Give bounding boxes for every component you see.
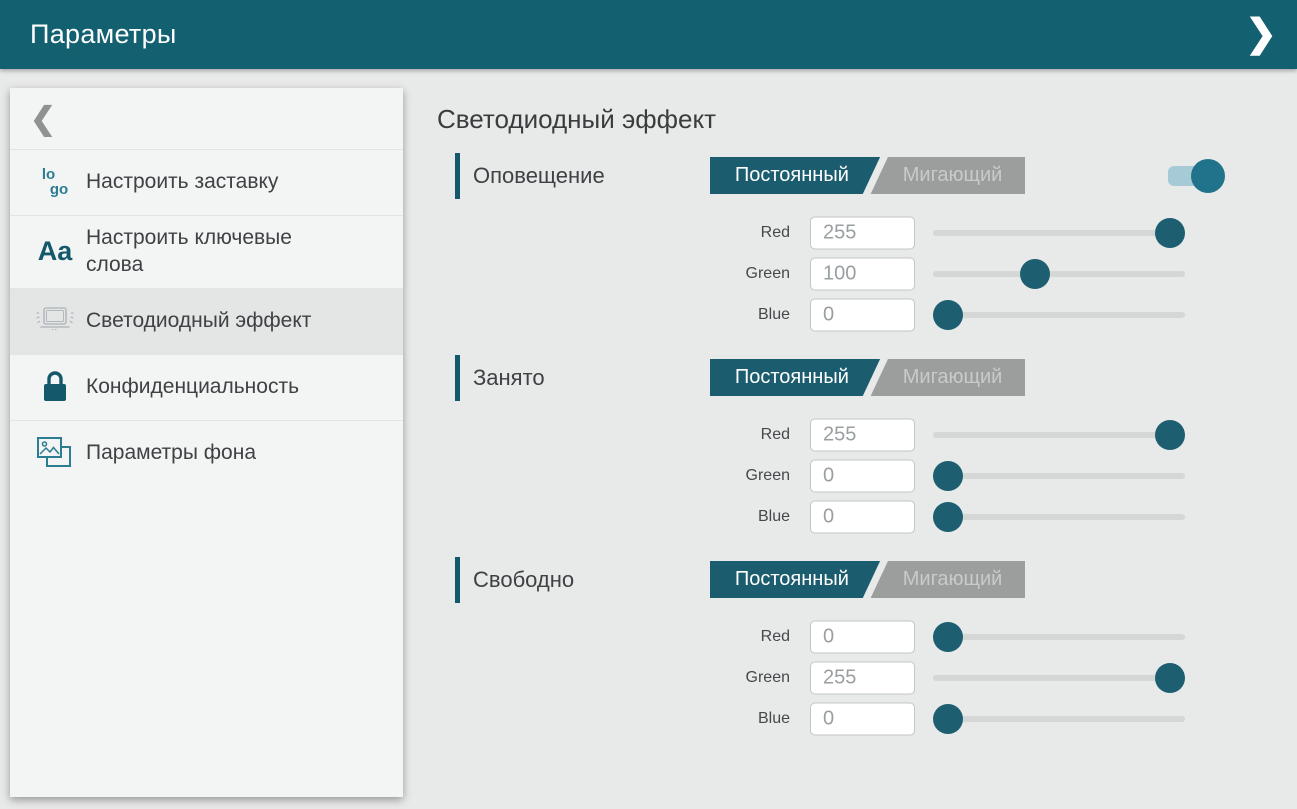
chevron-left-icon: ❮ — [30, 101, 56, 137]
back-button[interactable]: ❮ — [10, 88, 403, 150]
slider-thumb[interactable] — [933, 300, 963, 330]
sidebar-item-label: Параметры фона — [86, 431, 256, 476]
slider-thumb[interactable] — [933, 622, 963, 652]
red-slider[interactable] — [933, 218, 1185, 248]
channel-label: Blue — [670, 306, 790, 324]
page-title: Параметры — [30, 19, 177, 50]
channel-label: Green — [670, 265, 790, 283]
sidebar-item-label: Настроить заставку — [86, 160, 278, 205]
section-enabled-toggle[interactable] — [1168, 159, 1225, 193]
channel-label: Red — [670, 628, 790, 646]
channel-row-blue: Blue — [437, 496, 1297, 537]
slider-thumb[interactable] — [933, 502, 963, 532]
section-label: Оповещение — [473, 163, 605, 189]
section-free: Свободно Мигающий Постоянный Red Green — [437, 557, 1297, 739]
section-accent-bar — [455, 557, 460, 603]
slider-track — [933, 675, 1185, 681]
channel-row-red: Red — [437, 616, 1297, 657]
sidebar-item-splash-screen[interactable]: logo Настроить заставку — [10, 150, 403, 216]
slider-track — [933, 312, 1185, 318]
channel-label: Green — [670, 467, 790, 485]
red-value-input[interactable] — [810, 418, 915, 451]
section-accent-bar — [455, 355, 460, 401]
panel-title: Светодиодный эффект — [437, 104, 1297, 134]
toggle-thumb — [1191, 159, 1225, 193]
images-icon — [24, 435, 86, 471]
app-header: Параметры ❯ — [0, 0, 1297, 69]
slider-track — [933, 271, 1185, 277]
green-value-input[interactable] — [810, 257, 915, 290]
green-value-input[interactable] — [810, 459, 915, 492]
blue-slider[interactable] — [933, 704, 1185, 734]
green-slider[interactable] — [933, 461, 1185, 491]
chevron-right-icon[interactable]: ❯ — [1245, 0, 1277, 69]
red-slider[interactable] — [933, 622, 1185, 652]
slider-track — [933, 432, 1185, 438]
red-value-input[interactable] — [810, 620, 915, 653]
slider-thumb[interactable] — [1020, 259, 1050, 289]
sidebar-item-label: Светодиодный эффект — [86, 299, 311, 344]
blue-value-input[interactable] — [810, 298, 915, 331]
channel-row-red: Red — [437, 212, 1297, 253]
blue-value-input[interactable] — [810, 500, 915, 533]
green-value-input[interactable] — [810, 661, 915, 694]
slider-track — [933, 716, 1185, 722]
channel-row-green: Green — [437, 455, 1297, 496]
blue-value-input[interactable] — [810, 702, 915, 735]
slider-thumb[interactable] — [933, 461, 963, 491]
channel-label: Blue — [670, 710, 790, 728]
monitor-icon — [24, 305, 86, 337]
section-notification: Оповещение Мигающий Постоянный Red Green — [437, 153, 1297, 335]
section-label: Занято — [473, 365, 545, 391]
section-label: Свободно — [473, 567, 574, 593]
channel-row-green: Green — [437, 657, 1297, 698]
channel-label: Blue — [670, 508, 790, 526]
sidebar-item-label: Настроить ключевые слова — [86, 216, 344, 288]
sidebar-item-privacy[interactable]: Конфиденциальность — [10, 355, 403, 421]
sidebar-item-led-effect[interactable]: Светодиодный эффект — [10, 289, 403, 355]
sidebar-item-keywords[interactable]: Aa Настроить ключевые слова — [10, 216, 403, 289]
logo-icon: logo — [24, 168, 86, 197]
mode-segmented-control: Мигающий Постоянный — [710, 157, 1025, 194]
channel-label: Red — [670, 426, 790, 444]
settings-sidebar: ❮ logo Настроить заставку Aa Настроить к… — [10, 88, 403, 797]
sidebar-item-label: Конфиденциальность — [86, 365, 299, 410]
keywords-icon: Aa — [24, 236, 86, 267]
channel-row-blue: Blue — [437, 294, 1297, 335]
channel-label: Green — [670, 669, 790, 687]
led-effect-panel: Светодиодный эффект Оповещение Мигающий … — [403, 69, 1297, 809]
section-accent-bar — [455, 153, 460, 199]
mode-segmented-control: Мигающий Постоянный — [710, 561, 1025, 598]
lock-icon — [24, 370, 86, 404]
blue-slider[interactable] — [933, 300, 1185, 330]
slider-thumb[interactable] — [933, 704, 963, 734]
slider-thumb[interactable] — [1155, 218, 1185, 248]
red-value-input[interactable] — [810, 216, 915, 249]
channel-row-blue: Blue — [437, 698, 1297, 739]
slider-track — [933, 473, 1185, 479]
sidebar-item-background[interactable]: Параметры фона — [10, 421, 403, 486]
mode-segmented-control: Мигающий Постоянный — [710, 359, 1025, 396]
channel-label: Red — [670, 224, 790, 242]
slider-track — [933, 514, 1185, 520]
section-busy: Занято Мигающий Постоянный Red Green — [437, 355, 1297, 537]
red-slider[interactable] — [933, 420, 1185, 450]
blue-slider[interactable] — [933, 502, 1185, 532]
slider-track — [933, 230, 1185, 236]
green-slider[interactable] — [933, 259, 1185, 289]
channel-row-green: Green — [437, 253, 1297, 294]
green-slider[interactable] — [933, 663, 1185, 693]
slider-track — [933, 634, 1185, 640]
slider-thumb[interactable] — [1155, 663, 1185, 693]
slider-thumb[interactable] — [1155, 420, 1185, 450]
channel-row-red: Red — [437, 414, 1297, 455]
